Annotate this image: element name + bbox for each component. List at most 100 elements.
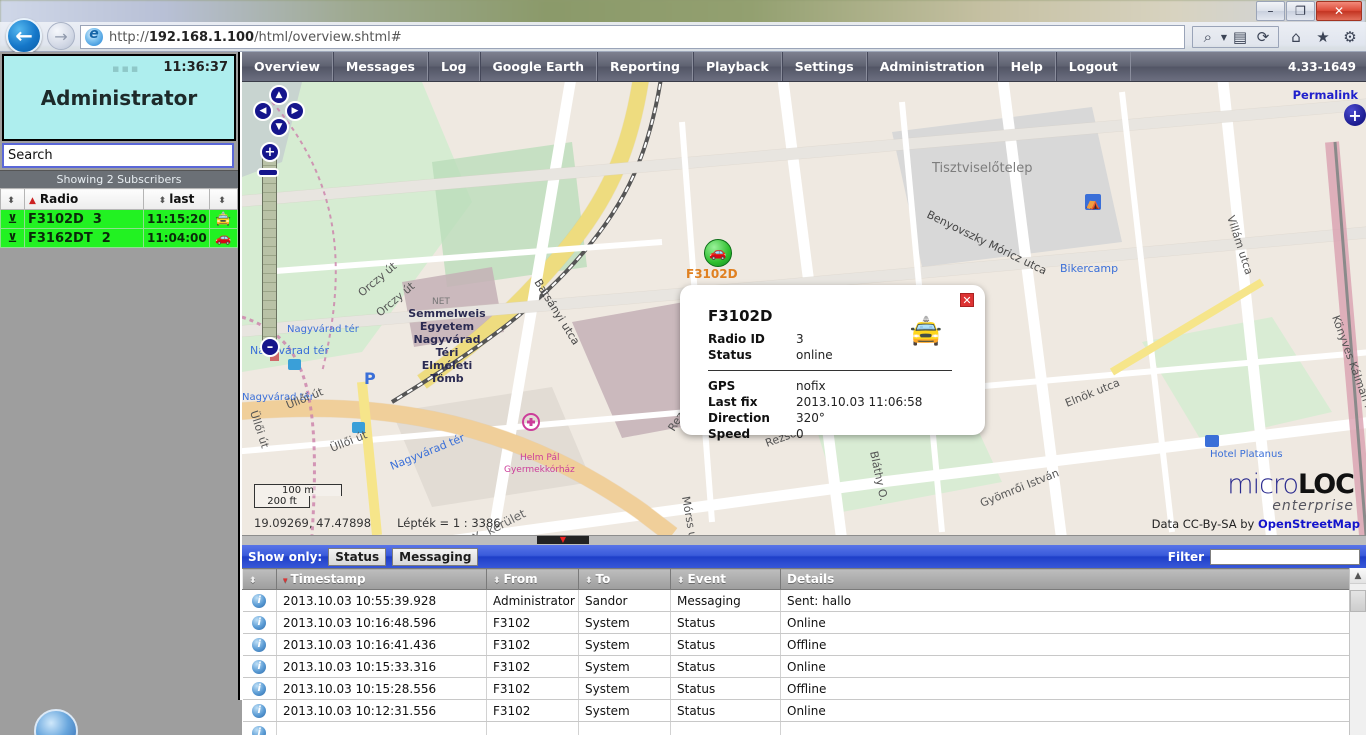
col-from[interactable]: ⬍ From	[486, 568, 579, 590]
info-icon[interactable]: i	[252, 681, 267, 696]
pan-left-icon[interactable]: ◀	[253, 101, 273, 121]
nav-item-messages[interactable]: Messages	[332, 52, 428, 81]
info-icon[interactable]: i	[252, 725, 267, 735]
sort-icon: ⬍	[7, 196, 15, 206]
col-radio[interactable]: ▲ Radio	[24, 188, 144, 210]
splitter-handle[interactable]: ▼	[537, 536, 589, 544]
info-icon[interactable]: i	[252, 637, 267, 652]
permalink-link[interactable]: Permalink	[1293, 88, 1358, 102]
info-icon-cell[interactable]: i	[242, 633, 277, 656]
info-icon[interactable]: i	[252, 593, 267, 608]
scroll-up-arrow-icon[interactable]: ▲	[1350, 568, 1366, 584]
pan-up-icon[interactable]: ▲	[269, 85, 289, 105]
nav-item-overview[interactable]: Overview	[242, 52, 333, 81]
panel-splitter[interactable]: ▼	[242, 535, 1366, 545]
marker-vehicle-icon[interactable]: 🚗	[704, 239, 732, 267]
col-to-label: To	[595, 572, 611, 586]
table-row[interactable]: i 2013.10.03 10:16:41.436 F3102 System S…	[242, 633, 1366, 656]
table-row[interactable]: i 2013.10.03 10:55:39.928 Administrator …	[242, 589, 1366, 612]
subscriber-row[interactable]: ⊻ F3162DT 2 11:04:00 🚗	[0, 228, 238, 248]
info-icon-cell[interactable]: i	[242, 699, 277, 722]
pan-right-icon[interactable]: ▶	[285, 101, 305, 121]
map-coordinates: 19.09269, 47.47898	[254, 516, 372, 530]
zoom-track[interactable]	[262, 156, 277, 346]
back-arrow-icon[interactable]: ←	[6, 18, 42, 54]
col-sort-last[interactable]: ⬍	[209, 188, 238, 210]
table-row[interactable]: i 2013.10.03 10:16:48.596 F3102 System S…	[242, 611, 1366, 634]
map-label: Üllői út	[328, 428, 369, 455]
nav-item-reporting[interactable]: Reporting	[597, 52, 693, 81]
magnifier-icon[interactable]: ⌕	[1198, 27, 1218, 47]
info-icon[interactable]: i	[252, 659, 267, 674]
filter-chip-messaging[interactable]: Messaging	[392, 547, 479, 566]
col-timestamp-label: Timestamp	[290, 572, 366, 586]
nav-item-google-earth[interactable]: Google Earth	[479, 52, 598, 81]
search-input[interactable]	[2, 143, 234, 168]
forward-arrow-icon[interactable]: →	[47, 22, 75, 50]
col-sort[interactable]: ⬍	[242, 568, 277, 590]
col-to[interactable]: ⬍ To	[578, 568, 671, 590]
col-sort-first[interactable]: ⬍	[0, 188, 25, 210]
info-icon-cell[interactable]: i	[242, 589, 277, 612]
layer-switcher-icon[interactable]: +	[1344, 104, 1366, 126]
nav-item-log[interactable]: Log	[428, 52, 480, 81]
subscriber-name: F3162DT 2	[24, 228, 144, 248]
search-group[interactable]: ⌕ ▼ ▤ ⟳	[1191, 26, 1279, 48]
popup-bottom-table: GPS nofix Last fix 2013.10.03 11:06:58 Dir…	[708, 378, 922, 442]
sort-asc-icon: ▲	[29, 196, 36, 206]
filter-input[interactable]	[1210, 548, 1360, 565]
info-icon[interactable]: i	[252, 615, 267, 630]
popup-key: Speed	[708, 427, 751, 441]
compatibility-view-icon[interactable]: ▤	[1230, 27, 1250, 47]
zoom-handle[interactable]	[257, 168, 279, 177]
table-row[interactable]: i 2013.10.03 10:15:33.316 F3102 System S…	[242, 655, 1366, 678]
info-icon-cell[interactable]: i	[242, 611, 277, 634]
address-bar[interactable]: http://192.168.1.100/html/overview.shtml…	[80, 25, 1185, 49]
col-details[interactable]: Details	[780, 568, 1366, 590]
zoom-in-icon[interactable]: +	[260, 142, 280, 162]
refresh-icon[interactable]: ⟳	[1253, 27, 1273, 47]
filter-label: Filter	[1167, 549, 1204, 564]
nav-item-logout[interactable]: Logout	[1055, 52, 1131, 81]
chevron-down-icon[interactable]: ▼	[1221, 33, 1227, 42]
sort-icon: ⬍	[493, 576, 501, 586]
address-url: http://192.168.1.100/html/overview.shtml…	[109, 30, 402, 45]
popup-key: Last fix	[708, 395, 758, 409]
table-row[interactable]: i 2013.10.03 10:15:28.556 F3102 System S…	[242, 677, 1366, 700]
cell-to: System	[578, 699, 671, 722]
restore-button[interactable]: ❐	[1286, 1, 1315, 21]
nav-item-administration[interactable]: Administration	[866, 52, 998, 81]
table-row[interactable]: i	[242, 721, 1366, 735]
col-last[interactable]: ⬍ last	[143, 188, 210, 210]
popup-value: nofix	[796, 379, 826, 393]
nav-item-playback[interactable]: Playback	[692, 52, 782, 81]
events-scrollbar[interactable]: ▲	[1349, 568, 1366, 735]
info-icon-cell[interactable]: i	[242, 721, 277, 735]
map-zoom-slider[interactable]: + –	[257, 142, 280, 357]
home-icon[interactable]: ⌂	[1286, 27, 1306, 47]
close-button[interactable]: ✕	[1316, 1, 1362, 21]
map-canvas[interactable]: ⛺ Tisztviselőtelep Benyovszky Móricz utca…	[242, 82, 1366, 535]
nav-item-settings[interactable]: Settings	[781, 52, 867, 81]
zoom-out-icon[interactable]: –	[260, 337, 280, 357]
subscriber-row[interactable]: ⊻ F3102D 3 11:15:20 🚖	[0, 209, 238, 229]
pan-down-icon[interactable]: ▼	[269, 117, 289, 137]
info-icon-cell[interactable]: i	[242, 677, 277, 700]
star-icon[interactable]: ★	[1313, 27, 1333, 47]
col-timestamp[interactable]: ▾ Timestamp	[276, 568, 487, 590]
gear-icon[interactable]: ⚙	[1340, 27, 1360, 47]
openstreetmap-link[interactable]: OpenStreetMap	[1258, 517, 1360, 531]
brand-name: microLOC	[1227, 471, 1355, 498]
filter-chip-status[interactable]: Status	[328, 547, 387, 566]
popup-value: online	[796, 348, 833, 362]
nav-item-help[interactable]: Help	[997, 52, 1056, 81]
map-marker[interactable]: 🚗 F3102D	[686, 239, 738, 281]
info-icon-cell[interactable]: i	[242, 655, 277, 678]
building-label: Semmelweis Egyetem Nagyvárad Téri Elméle…	[408, 307, 486, 385]
close-icon[interactable]: ✕	[960, 293, 974, 307]
col-event[interactable]: ⬍ Event	[670, 568, 781, 590]
info-icon[interactable]: i	[252, 703, 267, 718]
scrollbar-thumb[interactable]	[1350, 590, 1366, 612]
minimize-button[interactable]: –	[1256, 1, 1285, 21]
table-row[interactable]: i 2013.10.03 10:12:31.556 F3102 System S…	[242, 699, 1366, 722]
